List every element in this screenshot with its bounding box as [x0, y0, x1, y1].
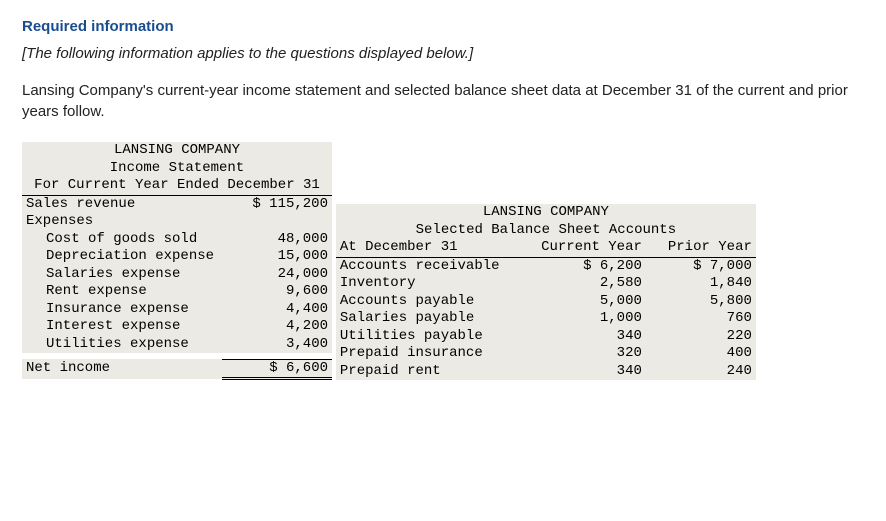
is-period: For Current Year Ended December 31 [22, 177, 332, 195]
bs-company: LANSING COMPANY [336, 204, 756, 222]
applies-note: [The following information applies to th… [22, 45, 864, 62]
intro-paragraph: Lansing Company's current-year income st… [22, 80, 864, 122]
row-ins-value: 4,400 [222, 301, 332, 319]
row-net-label: Net income [22, 359, 222, 379]
required-information-heading: Required information [22, 18, 864, 35]
bs-col-current: Current Year [536, 239, 646, 257]
row-rent-label: Rent expense [22, 283, 222, 301]
table-row: Inventory 2,580 1,840 [336, 275, 756, 293]
bs-row-label: Prepaid insurance [336, 345, 536, 363]
table-row: Utilities payable 340 220 [336, 328, 756, 346]
bs-row-cur: 340 [536, 363, 646, 381]
row-cogs-label: Cost of goods sold [22, 231, 222, 249]
table-row: Salaries payable 1,000 760 [336, 310, 756, 328]
table-row: Prepaid rent 340 240 [336, 363, 756, 381]
row-sal-label: Salaries expense [22, 266, 222, 284]
table-row: Accounts payable 5,000 5,800 [336, 293, 756, 311]
bs-row-label: Utilities payable [336, 328, 536, 346]
row-ins-label: Insurance expense [22, 301, 222, 319]
bs-row-pri: 1,840 [646, 275, 756, 293]
row-sal-value: 24,000 [222, 266, 332, 284]
bs-row-pri: 5,800 [646, 293, 756, 311]
bs-row-pri: 400 [646, 345, 756, 363]
is-company: LANSING COMPANY [22, 142, 332, 160]
bs-row-label: Accounts receivable [336, 257, 536, 275]
bs-row-cur: 320 [536, 345, 646, 363]
row-sales-value: $ 115,200 [222, 195, 332, 213]
row-int-label: Interest expense [22, 318, 222, 336]
bs-row-label: Accounts payable [336, 293, 536, 311]
row-expenses-value [222, 213, 332, 231]
bs-row-label: Salaries payable [336, 310, 536, 328]
bs-row-pri: 760 [646, 310, 756, 328]
income-statement: LANSING COMPANY Income Statement For Cur… [22, 142, 332, 380]
row-util-label: Utilities expense [22, 336, 222, 354]
balance-sheet: LANSING COMPANY Selected Balance Sheet A… [336, 204, 756, 380]
bs-row-cur: 5,000 [536, 293, 646, 311]
row-net-value: $ 6,600 [222, 359, 332, 379]
row-sales-label: Sales revenue [22, 195, 222, 213]
row-dep-label: Depreciation expense [22, 248, 222, 266]
bs-row-pri: 220 [646, 328, 756, 346]
row-int-value: 4,200 [222, 318, 332, 336]
bs-row-label: Inventory [336, 275, 536, 293]
bs-row-cur: 340 [536, 328, 646, 346]
bs-row-pri: $ 7,000 [646, 257, 756, 275]
bs-title: Selected Balance Sheet Accounts [336, 222, 756, 240]
row-rent-value: 9,600 [222, 283, 332, 301]
bs-row-cur: $ 6,200 [536, 257, 646, 275]
row-cogs-value: 48,000 [222, 231, 332, 249]
table-row: Prepaid insurance 320 400 [336, 345, 756, 363]
bs-date-label: At December 31 [336, 239, 536, 257]
bs-row-cur: 2,580 [536, 275, 646, 293]
row-dep-value: 15,000 [222, 248, 332, 266]
row-expenses-label: Expenses [22, 213, 222, 231]
bs-row-cur: 1,000 [536, 310, 646, 328]
bs-row-label: Prepaid rent [336, 363, 536, 381]
table-row: Accounts receivable $ 6,200 $ 7,000 [336, 257, 756, 275]
row-util-value: 3,400 [222, 336, 332, 354]
bs-col-prior: Prior Year [646, 239, 756, 257]
bs-row-pri: 240 [646, 363, 756, 381]
is-title: Income Statement [22, 160, 332, 178]
